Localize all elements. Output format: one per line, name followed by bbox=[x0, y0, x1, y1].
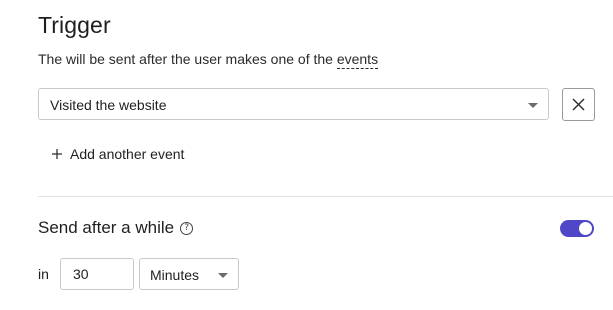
delay-title-text: Send after a while bbox=[38, 218, 175, 237]
section-divider bbox=[38, 196, 613, 197]
events-link[interactable]: events bbox=[336, 51, 379, 69]
remove-event-button[interactable] bbox=[562, 88, 595, 121]
delay-unit-value: Minutes bbox=[150, 267, 200, 283]
help-icon[interactable]: ? bbox=[180, 221, 194, 235]
delay-toggle[interactable] bbox=[560, 220, 594, 237]
description-text: The will be sent after the user makes on… bbox=[38, 51, 337, 67]
chevron-down-icon bbox=[528, 103, 538, 108]
event-select-value: Visited the website bbox=[50, 97, 167, 113]
add-another-event-button[interactable]: Add another event bbox=[50, 146, 184, 162]
delay-amount-input[interactable] bbox=[60, 258, 134, 290]
delay-unit-select[interactable]: Minutes bbox=[139, 258, 239, 290]
trigger-description: The will be sent after the user makes on… bbox=[38, 51, 379, 69]
close-icon bbox=[572, 98, 585, 111]
section-title-delay: Send after a while ? bbox=[38, 218, 194, 238]
event-select[interactable]: Visited the website bbox=[38, 88, 549, 120]
toggle-knob bbox=[579, 222, 592, 235]
plus-icon bbox=[50, 147, 64, 161]
in-label: in bbox=[38, 266, 49, 282]
add-event-label: Add another event bbox=[70, 146, 185, 162]
chevron-down-icon bbox=[218, 273, 228, 278]
section-title-trigger: Trigger bbox=[38, 12, 111, 38]
